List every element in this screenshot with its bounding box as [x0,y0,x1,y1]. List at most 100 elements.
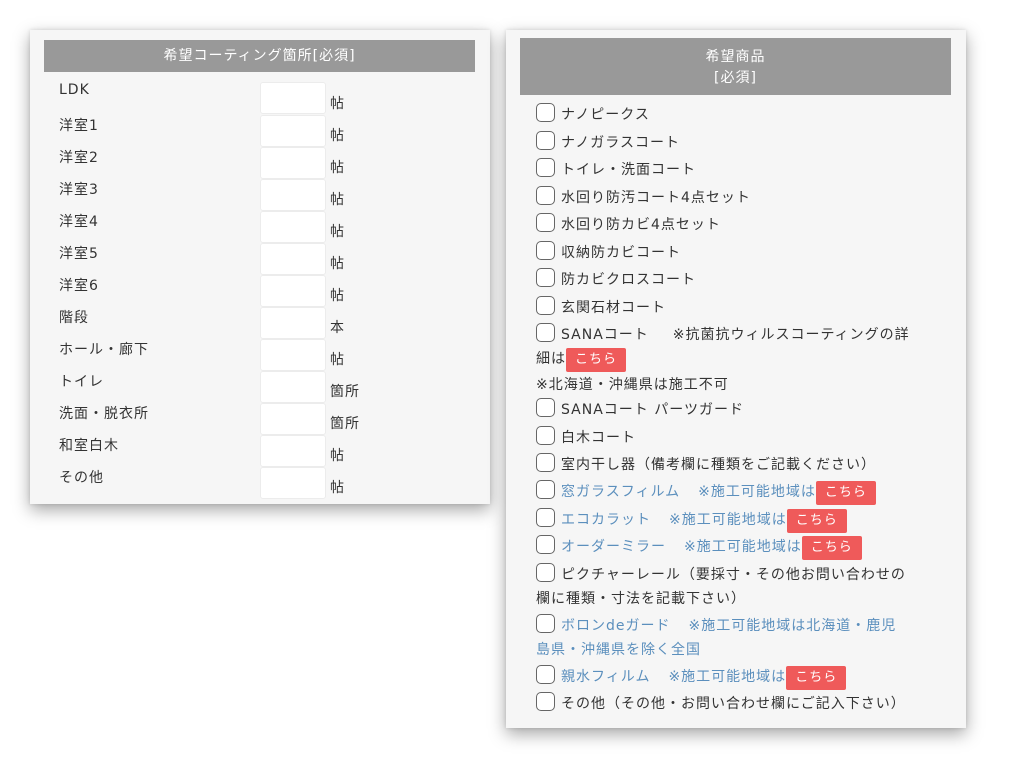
desired-product-title: 希望商品 [705,49,766,65]
room-row-western-6: 洋室6 帖 [30,270,490,307]
option-label: トイレ・洗面コート [561,162,696,178]
option-storage-mold[interactable]: 収納防カビコート [536,241,681,262]
room-label: トイレ [59,374,104,390]
coating-area-panel: 希望コーティング箇所[必須] LDK 帖 洋室1 帖 洋室2 帖 洋室3 帖 洋… [30,30,490,504]
option-hydro-film[interactable]: 親水フィルム ※施工可能地域は こちら [536,665,847,690]
room-row-western-1: 洋室1 帖 [30,110,490,147]
option-label: ナノガラスコート [561,135,681,151]
room-label: 洋室2 [59,150,99,166]
option-order-mirror[interactable]: オーダーミラー ※施工可能地域は こちら [536,535,862,560]
sana-region-note: ※北海道・沖縄県は施工不可 [536,377,729,393]
option-other[interactable]: その他（その他・お問い合わせ欄にご記入下さい） [536,692,906,713]
room-row-stairs: 階段 本 [30,302,490,339]
checkbox[interactable] [536,186,555,205]
room-row-hall: ホール・廊下 帖 [30,334,490,371]
option-white-wood[interactable]: 白木コート [536,426,636,447]
room-label: ホール・廊下 [59,342,149,358]
room-row-toilet: トイレ 箇所 [30,366,490,403]
checkbox[interactable] [536,535,555,554]
checkbox[interactable] [536,158,555,177]
option-toilet-wash[interactable]: トイレ・洗面コート [536,158,696,179]
room-label: 洋室4 [59,214,99,230]
option-indoor-dryer[interactable]: 室内干し器（備考欄に種類をご記載ください） [536,453,876,474]
picture-rail-note-continued: 欄に種類・寸法を記載下さい） [536,591,746,607]
option-sana-parts[interactable]: SANAコート パーツガード [536,398,744,419]
room-row-western-5: 洋室5 帖 [30,238,490,275]
option-label: SANAコート [561,327,649,343]
hydro-film-area-link-button[interactable]: こちら [786,666,847,690]
room-row-western-4: 洋室4 帖 [30,206,490,243]
sana-details-link-button[interactable]: こちら [566,348,627,372]
checkbox[interactable] [536,563,555,582]
option-label: 玄関石材コート [561,300,666,316]
checkbox[interactable] [536,296,555,315]
option-label: 白木コート [561,430,636,446]
checkbox[interactable] [536,453,555,472]
option-picture-rail[interactable]: ピクチャーレール（要採寸・その他お問い合わせの [536,563,906,584]
room-row-western-2: 洋室2 帖 [30,142,490,179]
option-nano-peak[interactable]: ナノピークス [536,103,650,124]
desired-product-panel: 希望商品 [必須] ナノピークス ナノガラスコート トイレ・洗面コート 水回り防… [506,30,966,728]
option-sana[interactable]: SANAコート ※抗菌抗ウィルスコーティングの詳 [536,323,910,344]
room-row-washroom: 洗面・脱衣所 箇所 [30,398,490,435]
option-mold-4set[interactable]: 水回り防カビ4点セット [536,213,721,234]
checkbox[interactable] [536,268,555,287]
option-note: ※施工可能地域は [669,512,787,528]
checkbox[interactable] [536,323,555,342]
option-label: その他（その他・お問い合わせ欄にご記入下さい） [561,696,906,712]
sana-note-continued: 細は こちら [536,348,627,372]
option-label: 収納防カビコート [561,245,681,261]
order-mirror-area-link-button[interactable]: こちら [801,536,862,560]
option-note: ※施工可能地域は北海道・鹿児 [688,618,897,634]
option-eco-carat[interactable]: エコカラット ※施工可能地域は こちら [536,508,847,533]
option-label: ピクチャーレール（要採寸・その他お問い合わせの [561,567,906,583]
room-row-ldk: LDK 帖 [30,77,490,114]
room-label: 和室白木 [59,438,119,454]
room-row-other: その他 帖 [30,462,490,499]
checkbox[interactable] [536,398,555,417]
option-note: ※施工可能地域は [698,484,816,500]
room-label: 階段 [59,310,89,326]
option-entrance-stone[interactable]: 玄関石材コート [536,296,666,317]
option-label: オーダーミラー [561,539,666,555]
room-row-western-3: 洋室3 帖 [30,174,490,211]
option-label: 防カビクロスコート [561,272,696,288]
coating-area-header: 希望コーティング箇所[必須] [44,40,475,72]
option-nano-glass[interactable]: ナノガラスコート [536,131,680,152]
room-label: LDK [59,82,90,98]
window-film-area-link-button[interactable]: こちら [815,481,876,505]
option-water-4set[interactable]: 水回り防汚コート4点セット [536,186,751,207]
room-label: 洋室5 [59,246,99,262]
checkbox[interactable] [536,614,555,633]
option-note: ※施工可能地域は [684,539,802,555]
desired-product-header: 希望商品 [必須] [520,38,951,95]
option-note: 細は [536,351,566,367]
room-label: 洋室1 [59,118,99,134]
checkbox[interactable] [536,508,555,527]
room-input-other[interactable] [260,467,326,499]
option-label: 親水フィルム [561,669,651,685]
option-note: ※施工可能地域は [668,669,787,685]
option-label: 水回り防汚コート4点セット [561,190,751,206]
room-label: 洋室3 [59,182,99,198]
checkbox[interactable] [536,665,555,684]
option-label: ナノピークス [561,107,650,123]
checkbox[interactable] [536,480,555,499]
option-label: SANAコート パーツガード [561,402,744,418]
option-label: 室内干し器（備考欄に種類をご記載ください） [561,457,876,473]
checkbox[interactable] [536,131,555,150]
checkbox[interactable] [536,103,555,122]
option-label: 水回り防カビ4点セット [561,217,721,233]
checkbox[interactable] [536,241,555,260]
room-unit: 帖 [330,480,345,496]
option-window-film[interactable]: 窓ガラスフィルム ※施工可能地域は こちら [536,480,876,505]
option-label: 窓ガラスフィルム [561,484,681,500]
eco-carat-area-link-button[interactable]: こちら [786,509,847,533]
option-note: ※抗菌抗ウィルスコーティングの詳 [672,327,910,343]
checkbox[interactable] [536,692,555,711]
option-cross-mold[interactable]: 防カビクロスコート [536,268,696,289]
checkbox[interactable] [536,213,555,232]
option-boron[interactable]: ボロンdeガード ※施工可能地域は北海道・鹿児 [536,614,896,635]
boron-note-continued: 島県・沖縄県を除く全国 [536,642,701,658]
checkbox[interactable] [536,426,555,445]
